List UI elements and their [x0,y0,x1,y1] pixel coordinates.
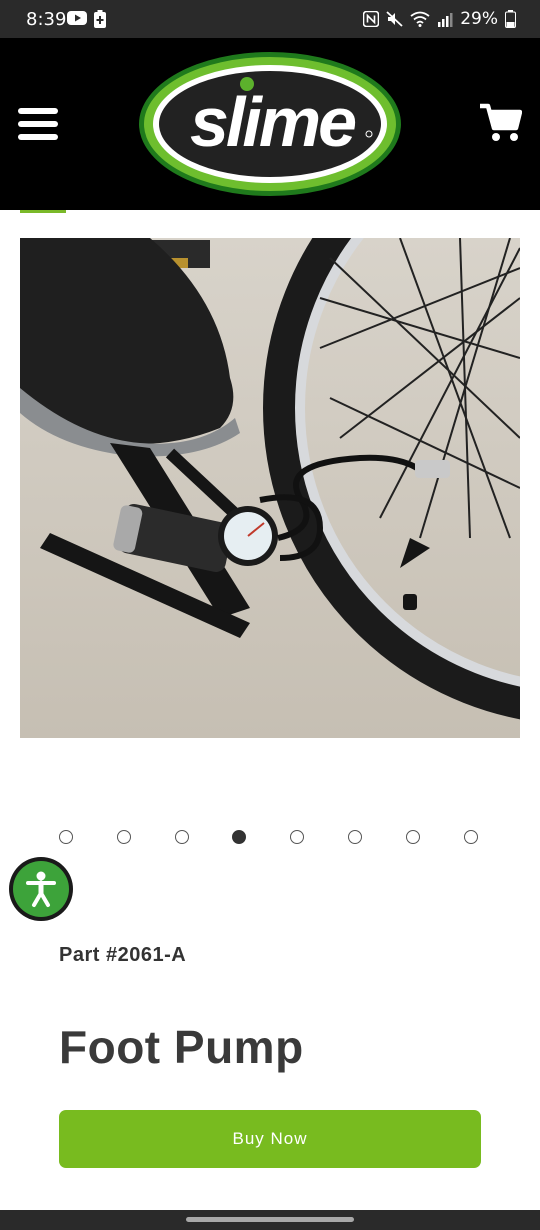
slime-logo[interactable]: slime [137,50,403,198]
hamburger-menu-icon[interactable] [18,108,58,142]
accessibility-person-icon [26,871,56,907]
home-gesture-handle[interactable] [186,1217,354,1222]
foot-pump-photo [20,238,520,738]
status-time: 8:39 [26,9,67,30]
system-nav-bar [0,1210,540,1230]
scrolled-content-edge [20,210,66,213]
carousel-dot-6[interactable] [348,830,362,844]
status-bar: 8:39 29% [0,0,540,38]
carousel-dot-8[interactable] [463,830,478,844]
youtube-icon [67,11,87,25]
battery-saver-icon [94,10,106,28]
carousel-dot-5[interactable] [290,830,305,844]
mute-icon [386,11,403,27]
battery-icon [505,10,516,28]
logo-text: slime [190,83,355,161]
part-number: Part #2061-A [59,944,187,966]
wifi-icon [410,11,430,27]
status-right: 29% [363,9,516,29]
carousel-dot-2[interactable] [116,830,131,844]
nfc-icon [363,11,380,27]
shopping-cart-icon[interactable] [478,102,522,142]
carousel-dot-4[interactable] [232,830,247,844]
signal-icon [438,13,453,27]
battery-percent: 29% [460,9,498,29]
carousel-dot-3[interactable] [174,830,189,844]
carousel-dot-1[interactable] [59,830,73,844]
site-header: slime [0,38,540,210]
product-title: Foot Pump [59,1021,304,1073]
accessibility-button[interactable] [9,857,73,921]
product-image[interactable] [20,238,520,738]
carousel-dot-7[interactable] [405,830,420,844]
carousel-dots [59,830,489,848]
buy-now-button[interactable]: Buy Now [59,1110,481,1168]
